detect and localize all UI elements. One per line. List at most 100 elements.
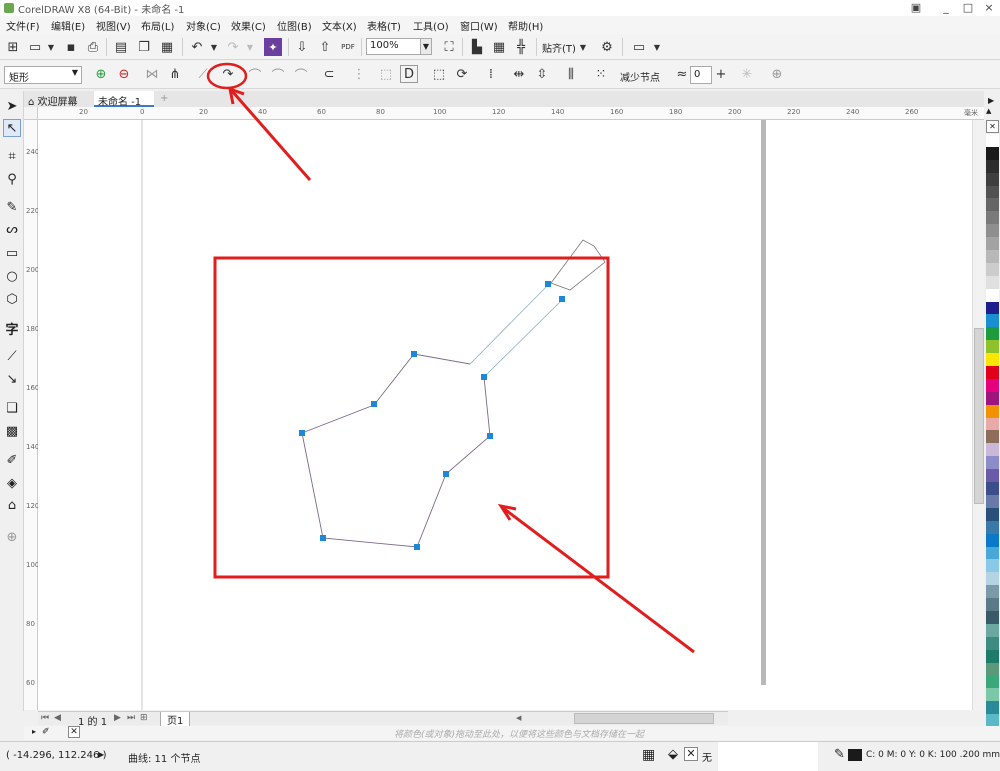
- color-swatch[interactable]: [986, 146, 999, 160]
- color-swatch[interactable]: [986, 559, 999, 573]
- color-swatch[interactable]: [986, 494, 999, 508]
- align-nodes-icon[interactable]: ⁞: [482, 65, 500, 83]
- crop-tool-icon[interactable]: ⌗: [3, 147, 21, 165]
- palette-menu-icon[interactable]: ▸: [32, 727, 36, 736]
- stretch-nodes-icon[interactable]: ⬚: [430, 65, 448, 83]
- rectangle-tool-icon[interactable]: ▭: [3, 244, 21, 262]
- menu-edit[interactable]: 编辑(E): [51, 18, 85, 33]
- first-page-icon[interactable]: ⏮: [41, 713, 49, 723]
- menu-help[interactable]: 帮助(H): [508, 18, 543, 33]
- color-swatch[interactable]: [986, 469, 999, 483]
- color-swatch[interactable]: [986, 610, 999, 624]
- scroll-left-icon[interactable]: ◀: [516, 714, 526, 724]
- color-swatch[interactable]: [986, 417, 999, 431]
- color-swatch[interactable]: [986, 301, 999, 315]
- color-swatch[interactable]: [986, 598, 999, 611]
- interactive-fill-tool-icon[interactable]: ◈: [3, 474, 21, 492]
- vertical-scrollbar[interactable]: [972, 120, 984, 710]
- last-page-icon[interactable]: ⏭: [127, 713, 135, 723]
- color-swatch[interactable]: [986, 636, 999, 650]
- undo-dropdown-chevron-icon[interactable]: ▼: [205, 38, 223, 56]
- parallel-dimension-tool-icon[interactable]: ⟋: [3, 347, 21, 365]
- eyedropper-icon[interactable]: ✐: [42, 727, 50, 737]
- freehand-tool-icon[interactable]: ✎: [3, 198, 21, 216]
- pick-tool-icon[interactable]: ➤: [3, 97, 21, 115]
- close-button[interactable]: ×: [978, 0, 1000, 16]
- fill-bucket-icon[interactable]: ⬙: [668, 747, 678, 762]
- mirror-vertical-icon[interactable]: ⇳: [533, 65, 551, 83]
- prev-page-icon[interactable]: ◀: [54, 713, 61, 723]
- reduce-nodes-button[interactable]: 减少节点: [620, 69, 660, 84]
- transparency-tool-icon[interactable]: ▩: [3, 422, 21, 440]
- import-icon[interactable]: ⇩: [293, 38, 311, 56]
- color-swatch[interactable]: [986, 404, 999, 418]
- add-property-icon[interactable]: ⊕: [768, 65, 786, 83]
- color-swatch[interactable]: [986, 662, 999, 676]
- reverse-direction-icon[interactable]: ⊂: [320, 65, 338, 83]
- cut-icon[interactable]: ▤: [112, 38, 130, 56]
- color-swatch[interactable]: [986, 353, 999, 367]
- color-swatch[interactable]: [986, 172, 999, 186]
- color-swatch[interactable]: [986, 546, 999, 560]
- color-swatch[interactable]: [986, 327, 999, 341]
- color-swatch[interactable]: [986, 391, 999, 405]
- ellipse-tool-icon[interactable]: ○: [3, 267, 21, 285]
- drop-shadow-tool-icon[interactable]: ❑: [3, 399, 21, 417]
- menu-table[interactable]: 表格(T): [367, 18, 401, 33]
- undo-icon[interactable]: ↶: [188, 38, 206, 56]
- menu-effects[interactable]: 效果(C): [231, 18, 266, 33]
- show-rulers-icon[interactable]: ▙: [468, 38, 486, 56]
- color-swatch[interactable]: [986, 585, 999, 599]
- export-icon[interactable]: ⇧: [316, 38, 334, 56]
- convert-to-curve-icon[interactable]: ↷: [219, 65, 237, 83]
- convert-to-line-icon[interactable]: ⟋: [194, 65, 212, 83]
- menu-tools[interactable]: 工具(O): [413, 18, 449, 33]
- color-swatch[interactable]: [986, 224, 999, 238]
- select-all-nodes-icon[interactable]: ⁙: [592, 65, 610, 83]
- color-swatch[interactable]: [986, 237, 999, 251]
- show-guidelines-icon[interactable]: ╬: [512, 38, 530, 56]
- copy-icon[interactable]: ❐: [135, 38, 153, 56]
- close-curve-icon[interactable]: D: [400, 65, 418, 83]
- menu-layout[interactable]: 布局(L): [141, 18, 174, 33]
- print-icon[interactable]: ⎙: [84, 38, 102, 56]
- full-screen-preview-icon[interactable]: ⛶: [440, 38, 458, 56]
- color-swatch[interactable]: [986, 275, 999, 289]
- application-launcher-icon[interactable]: ▭: [630, 38, 648, 56]
- tab-scroll-right-icon[interactable]: ▶: [988, 96, 994, 105]
- export-pdf-icon[interactable]: PDF: [339, 38, 357, 56]
- palette-scroll-up-icon[interactable]: ▲: [986, 107, 991, 115]
- color-swatch[interactable]: [986, 185, 999, 199]
- vertical-ruler[interactable]: 240 220 200 180 160 140 120 100 80 60: [24, 120, 39, 710]
- mirror-horizontal-icon[interactable]: ⇹: [510, 65, 528, 83]
- redo-icon[interactable]: ↷: [224, 38, 242, 56]
- cusp-node-icon[interactable]: ⌒: [246, 65, 264, 84]
- open-dropdown-chevron-icon[interactable]: ▼: [42, 38, 60, 56]
- smoothness-plus-icon[interactable]: +: [712, 65, 730, 83]
- color-swatch[interactable]: [986, 198, 999, 212]
- horizontal-ruler[interactable]: 20 0 20 40 60 80 100 120 140 160 180 200…: [38, 107, 984, 120]
- window-icon[interactable]: ▣: [905, 0, 927, 16]
- status-expand-icon[interactable]: ▶: [98, 750, 104, 759]
- redo-dropdown-chevron-icon[interactable]: ▼: [241, 38, 259, 56]
- delete-node-icon[interactable]: ⊖: [115, 65, 133, 83]
- menu-text[interactable]: 文本(X): [322, 18, 357, 33]
- color-swatch[interactable]: [986, 134, 999, 147]
- add-tab-button[interactable]: +: [156, 91, 172, 107]
- zoom-tool-icon[interactable]: ⚲: [3, 170, 21, 188]
- add-page-icon[interactable]: ⊞: [140, 713, 148, 723]
- color-swatch[interactable]: [986, 443, 999, 457]
- no-color-swatch-icon[interactable]: ✕: [986, 120, 999, 133]
- next-page-icon[interactable]: ▶: [114, 713, 121, 723]
- tab-document[interactable]: 未命名 -1: [94, 91, 154, 108]
- color-swatch[interactable]: [986, 533, 999, 547]
- smoothness-input[interactable]: 0: [690, 66, 712, 84]
- menu-bitmaps[interactable]: 位图(B): [277, 18, 312, 33]
- extend-curve-icon[interactable]: ⋮: [350, 65, 368, 83]
- smart-fill-tool-icon[interactable]: ⌂: [3, 496, 21, 514]
- text-tool-icon[interactable]: 字: [3, 319, 21, 338]
- color-swatch[interactable]: [986, 366, 999, 379]
- artistic-media-tool-icon[interactable]: ᔕ: [3, 220, 21, 238]
- minimize-button[interactable]: _: [935, 0, 957, 16]
- color-swatch[interactable]: [986, 572, 999, 586]
